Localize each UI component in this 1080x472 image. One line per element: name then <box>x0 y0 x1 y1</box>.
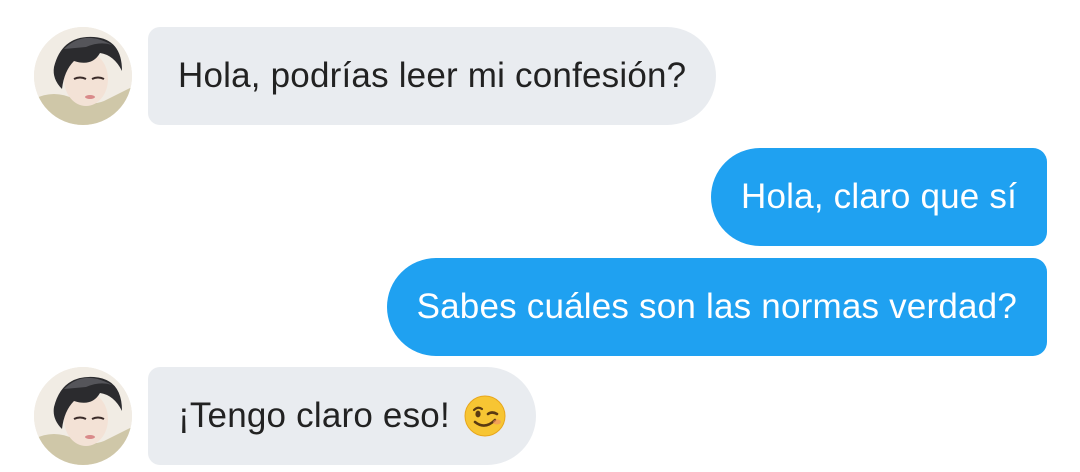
chat-thread: Hola, podrías leer mi confesión? Hola, c… <box>0 0 1080 472</box>
user-avatar[interactable] <box>34 367 132 465</box>
message-bubble-incoming[interactable]: ¡Tengo claro eso! <box>148 367 536 465</box>
message-text: Hola, podrías leer mi confesión? <box>178 56 687 95</box>
message-text: ¡Tengo claro eso! <box>178 396 450 435</box>
message-row-outgoing: Sabes cuáles son las normas verdad? <box>0 258 1080 356</box>
user-avatar[interactable] <box>34 27 132 125</box>
message-row-incoming: Hola, podrías leer mi confesión? <box>0 27 1080 125</box>
message-text: Hola, claro que sí <box>741 177 1017 216</box>
avatar-image <box>34 367 132 465</box>
message-row-incoming: ¡Tengo claro eso! <box>0 367 1080 465</box>
message-text: Sabes cuáles son las normas verdad? <box>416 287 1017 326</box>
message-bubble-outgoing[interactable]: Hola, claro que sí <box>711 148 1047 246</box>
message-bubble-incoming[interactable]: Hola, podrías leer mi confesión? <box>148 27 717 125</box>
message-bubble-outgoing[interactable]: Sabes cuáles son las normas verdad? <box>386 258 1047 356</box>
message-row-outgoing: Hola, claro que sí <box>0 148 1080 246</box>
winking-face-icon <box>464 395 506 437</box>
avatar-image <box>34 27 132 125</box>
